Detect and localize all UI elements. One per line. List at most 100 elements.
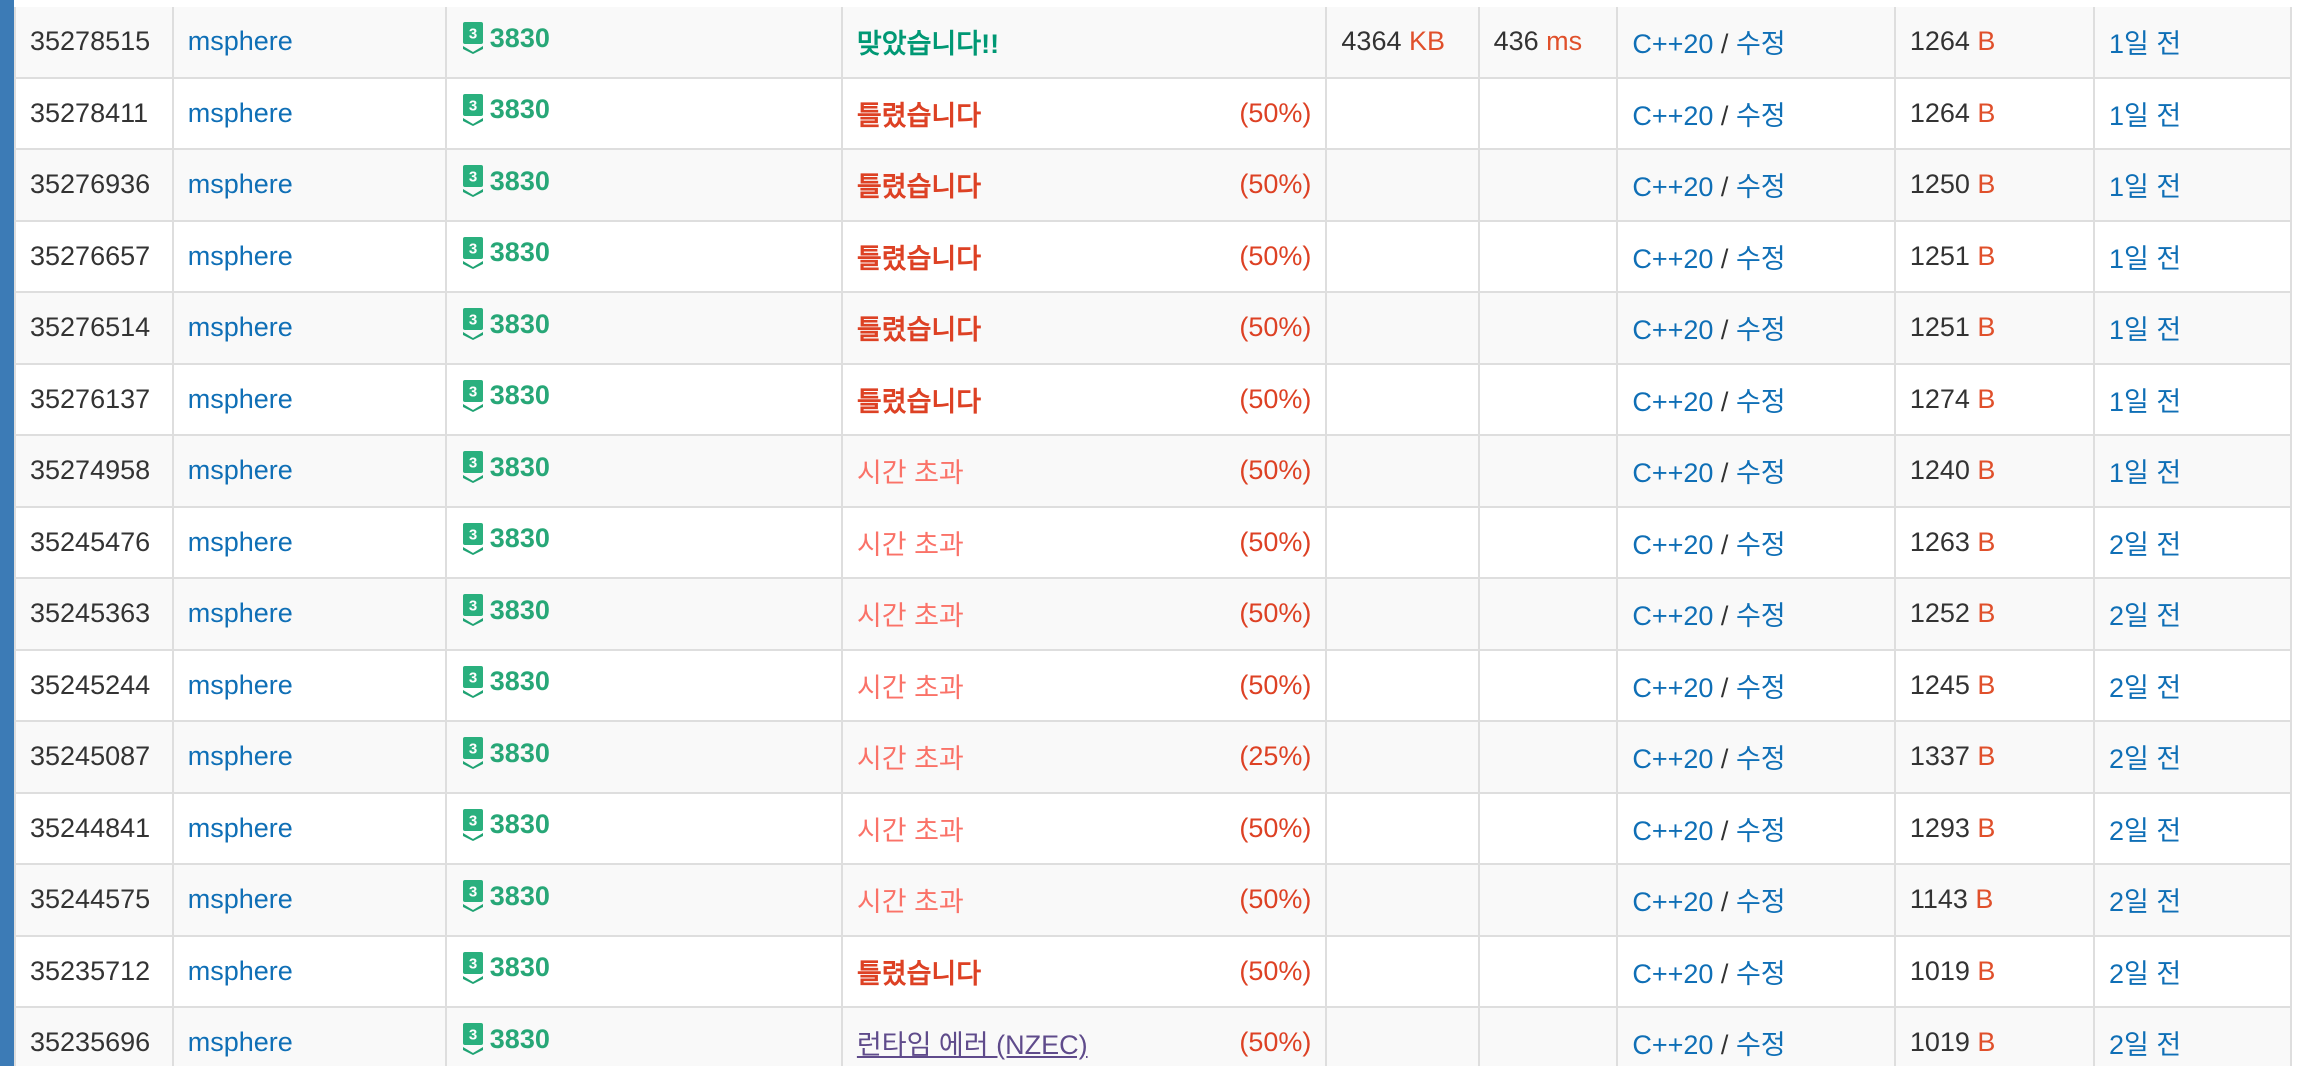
user-link[interactable]: msphere xyxy=(188,1027,293,1057)
user-cell: msphere xyxy=(171,577,447,651)
user-link[interactable]: msphere xyxy=(188,884,293,914)
problem-link[interactable]: 3830 xyxy=(490,380,550,411)
user-link[interactable]: msphere xyxy=(188,169,293,199)
submitted-time-link[interactable]: 1일 전 xyxy=(2109,315,2181,345)
submitted-time-link[interactable]: 1일 전 xyxy=(2109,29,2181,59)
language-link[interactable]: C++20 xyxy=(1632,673,1713,703)
time-cell xyxy=(1477,76,1619,150)
submitted-time-link[interactable]: 2일 전 xyxy=(2109,816,2181,846)
language-link[interactable]: C++20 xyxy=(1632,29,1713,59)
language-link[interactable]: C++20 xyxy=(1632,244,1713,274)
submitted-time-link[interactable]: 1일 전 xyxy=(2109,101,2181,131)
result-text: 시간 초과 xyxy=(856,815,964,846)
language-link[interactable]: C++20 xyxy=(1632,315,1713,345)
submitted-time-link[interactable]: 2일 전 xyxy=(2109,530,2181,560)
edit-link[interactable]: 수정 xyxy=(1736,673,1786,703)
edit-link[interactable]: 수정 xyxy=(1736,959,1786,989)
edit-link[interactable]: 수정 xyxy=(1736,387,1786,417)
edit-link[interactable]: 수정 xyxy=(1736,887,1786,917)
language-link[interactable]: C++20 xyxy=(1632,744,1713,774)
problem-link[interactable]: 3830 xyxy=(490,94,550,125)
edit-link[interactable]: 수정 xyxy=(1736,816,1786,846)
problem-link[interactable]: 3830 xyxy=(490,237,550,268)
partial-score: (50%) xyxy=(1239,169,1312,200)
code-length-value: 1264 xyxy=(1909,26,1970,57)
submitted-time-cell: 2일 전 xyxy=(2093,791,2292,865)
submission-row: 35245363 msphere 3 3830 시간 초과 (50%) C++2… xyxy=(14,577,2292,651)
edit-link[interactable]: 수정 xyxy=(1736,744,1786,774)
problem-link[interactable]: 3830 xyxy=(490,809,550,840)
problem-link[interactable]: 3830 xyxy=(490,738,550,769)
submitted-time-link[interactable]: 2일 전 xyxy=(2109,959,2181,989)
user-link[interactable]: msphere xyxy=(188,312,293,342)
language-link[interactable]: C++20 xyxy=(1632,887,1713,917)
problem-link[interactable]: 3830 xyxy=(490,666,550,697)
silver-3-tier-icon: 3 xyxy=(462,665,483,698)
silver-3-tier-icon: 3 xyxy=(462,880,483,913)
edit-link[interactable]: 수정 xyxy=(1736,315,1786,345)
tier-label: 3 xyxy=(469,669,477,686)
edit-link[interactable]: 수정 xyxy=(1736,1030,1786,1060)
problem-link[interactable]: 3830 xyxy=(490,595,550,626)
edit-link[interactable]: 수정 xyxy=(1736,601,1786,631)
user-link[interactable]: msphere xyxy=(188,241,293,271)
user-link[interactable]: msphere xyxy=(188,98,293,128)
edit-link[interactable]: 수정 xyxy=(1736,458,1786,488)
user-link[interactable]: msphere xyxy=(188,741,293,771)
language-link[interactable]: C++20 xyxy=(1632,387,1713,417)
user-link[interactable]: msphere xyxy=(188,455,293,485)
submitted-time-link[interactable]: 2일 전 xyxy=(2109,601,2181,631)
problem-link[interactable]: 3830 xyxy=(490,452,550,483)
submitted-time-link[interactable]: 1일 전 xyxy=(2109,244,2181,274)
time-value: 436 xyxy=(1493,26,1539,57)
user-link[interactable]: msphere xyxy=(188,956,293,986)
edit-link[interactable]: 수정 xyxy=(1736,172,1786,202)
submitted-time-link[interactable]: 2일 전 xyxy=(2109,1030,2181,1060)
language-link[interactable]: C++20 xyxy=(1632,1030,1713,1060)
problem-link[interactable]: 3830 xyxy=(490,881,550,912)
user-link[interactable]: msphere xyxy=(188,813,293,843)
language-link[interactable]: C++20 xyxy=(1632,458,1713,488)
submission-id-cell: 35245087 xyxy=(14,720,174,794)
user-link[interactable]: msphere xyxy=(188,384,293,414)
user-link[interactable]: msphere xyxy=(188,26,293,56)
submitted-time-link[interactable]: 1일 전 xyxy=(2109,387,2181,417)
problem-link[interactable]: 3830 xyxy=(490,23,550,54)
user-link[interactable]: msphere xyxy=(188,670,293,700)
language-link[interactable]: C++20 xyxy=(1632,172,1713,202)
edit-link[interactable]: 수정 xyxy=(1736,101,1786,131)
problem-link[interactable]: 3830 xyxy=(490,952,550,983)
user-link[interactable]: msphere xyxy=(188,527,293,557)
code-length-cell: 1019 B xyxy=(1893,934,2096,1008)
language-link[interactable]: C++20 xyxy=(1632,601,1713,631)
problem-cell: 3 3830 xyxy=(444,362,843,436)
problem-link[interactable]: 3830 xyxy=(490,166,550,197)
tier-label: 3 xyxy=(469,1027,477,1044)
problem-link[interactable]: 3830 xyxy=(490,1024,550,1055)
submitted-time-link[interactable]: 1일 전 xyxy=(2109,458,2181,488)
user-link[interactable]: msphere xyxy=(188,598,293,628)
problem-link[interactable]: 3830 xyxy=(490,309,550,340)
submitted-time-link[interactable]: 1일 전 xyxy=(2109,172,2181,202)
submitted-time-link[interactable]: 2일 전 xyxy=(2109,673,2181,703)
silver-3-tier-icon: 3 xyxy=(462,808,483,841)
edit-link[interactable]: 수정 xyxy=(1736,530,1786,560)
submission-id: 35276514 xyxy=(30,312,151,343)
submitted-time-cell: 1일 전 xyxy=(2093,219,2292,293)
submitted-time-link[interactable]: 2일 전 xyxy=(2109,887,2181,917)
silver-3-tier-icon: 3 xyxy=(462,522,483,555)
language-link[interactable]: C++20 xyxy=(1632,101,1713,131)
language-link[interactable]: C++20 xyxy=(1632,530,1713,560)
edit-link[interactable]: 수정 xyxy=(1736,244,1786,274)
language-link[interactable]: C++20 xyxy=(1632,816,1713,846)
edit-link[interactable]: 수정 xyxy=(1736,29,1786,59)
code-length-unit: B xyxy=(1977,1027,1996,1058)
user-cell: msphere xyxy=(171,148,447,222)
status-page: 35278515 msphere 3 3830 맞았습니다!! 4364 KB … xyxy=(0,0,2308,1066)
submitted-time-link[interactable]: 2일 전 xyxy=(2109,744,2181,774)
language-link[interactable]: C++20 xyxy=(1632,959,1713,989)
language-cell: C++20 / 수정 xyxy=(1616,934,1896,1008)
result-text[interactable]: 런타임 에러 (NZEC) xyxy=(857,1023,1088,1062)
problem-link[interactable]: 3830 xyxy=(490,523,550,554)
separator: / xyxy=(1720,243,1729,274)
